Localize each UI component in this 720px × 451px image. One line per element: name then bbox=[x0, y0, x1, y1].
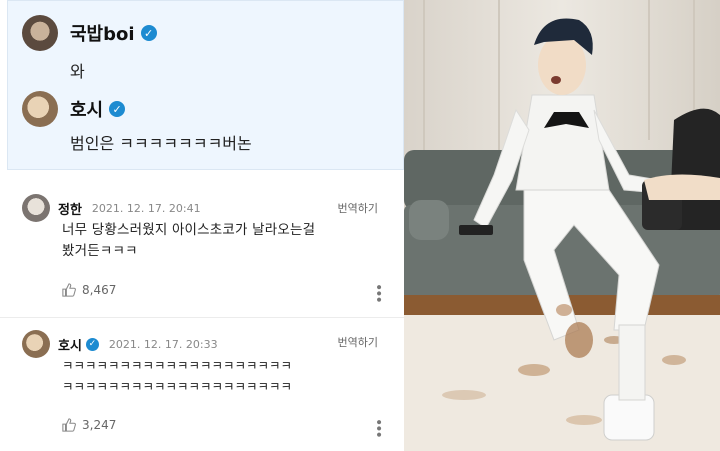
translate-button[interactable]: 번역하기 bbox=[338, 200, 378, 216]
comment-text: ㅋㅋㅋㅋㅋㅋㅋㅋㅋㅋㅋㅋㅋㅋㅋㅋㅋㅋㅋㅋ ㅋㅋㅋㅋㅋㅋㅋㅋㅋㅋㅋㅋㅋㅋㅋㅋㅋㅋㅋ… bbox=[62, 355, 362, 397]
comment-text-line: 봤거든ㅋㅋㅋ bbox=[62, 243, 138, 259]
translate-button[interactable]: 번역하기 bbox=[338, 334, 378, 350]
quote-user2-text: 범인은 ㅋㅋㅋㅋㅋㅋㅋ버논 bbox=[70, 134, 252, 153]
like-count: 8,467 bbox=[82, 283, 117, 297]
comment-panel: 국밥boi ✓ 와 호시 ✓ 범인은 ㅋㅋㅋㅋㅋㅋㅋ버논 정한 2021. 12… bbox=[0, 0, 404, 451]
more-options-icon[interactable]: ••• bbox=[370, 283, 386, 302]
comment-author[interactable]: 호시 bbox=[58, 335, 82, 354]
thumbs-up-icon bbox=[62, 418, 76, 432]
more-options-icon[interactable]: ••• bbox=[370, 418, 386, 437]
avatar[interactable] bbox=[22, 330, 50, 358]
comment-header: 정한 2021. 12. 17. 20:41 bbox=[22, 194, 201, 222]
quote-user1-text: 와 bbox=[70, 62, 85, 81]
comment-text-line: ㅋㅋㅋㅋㅋㅋㅋㅋㅋㅋㅋㅋㅋㅋㅋㅋㅋㅋㅋㅋ bbox=[62, 379, 293, 394]
like-button[interactable]: 8,467 bbox=[62, 283, 116, 297]
comment-text-line: ㅋㅋㅋㅋㅋㅋㅋㅋㅋㅋㅋㅋㅋㅋㅋㅋㅋㅋㅋㅋ bbox=[62, 358, 293, 373]
comment-timestamp: 2021. 12. 17. 20:41 bbox=[91, 201, 201, 215]
quote-user2-name[interactable]: 호시 bbox=[70, 96, 103, 122]
comment-text: 너무 당황스러웠지 아이스초코가 날라오는걸 봤거든ㅋㅋㅋ bbox=[62, 220, 342, 262]
comment-timestamp: 2021. 12. 17. 20:33 bbox=[108, 337, 218, 351]
quote-user1-name[interactable]: 국밥boi bbox=[70, 20, 135, 46]
quote-user2-row: 호시 ✓ bbox=[22, 91, 126, 127]
divider bbox=[0, 317, 404, 318]
quote-user1-row: 국밥boi ✓ bbox=[22, 15, 157, 51]
like-count: 3,247 bbox=[82, 418, 117, 432]
verified-icon: ✓ bbox=[85, 337, 99, 351]
avatar[interactable] bbox=[22, 194, 50, 222]
verified-icon: ✓ bbox=[140, 25, 157, 41]
comment-author[interactable]: 정한 bbox=[58, 199, 82, 218]
avatar[interactable] bbox=[22, 15, 58, 51]
avatar[interactable] bbox=[22, 91, 58, 127]
comment-text-line: 너무 당황스러웠지 아이스초코가 날라오는걸 bbox=[62, 222, 316, 238]
thumbs-up-icon bbox=[62, 283, 76, 297]
photo-illustration bbox=[404, 0, 720, 451]
comment-item: 정한 2021. 12. 17. 20:41 번역하기 너무 당황스러웠지 아이… bbox=[0, 180, 404, 320]
photo bbox=[404, 0, 720, 451]
like-button[interactable]: 3,247 bbox=[62, 418, 116, 432]
comment-item: 호시 ✓ 2021. 12. 17. 20:33 번역하기 ㅋㅋㅋㅋㅋㅋㅋㅋㅋㅋ… bbox=[0, 320, 404, 451]
quoted-post: 국밥boi ✓ 와 호시 ✓ 범인은 ㅋㅋㅋㅋㅋㅋㅋ버논 bbox=[7, 0, 404, 170]
comment-header: 호시 ✓ 2021. 12. 17. 20:33 bbox=[22, 330, 218, 358]
verified-icon: ✓ bbox=[109, 101, 126, 117]
